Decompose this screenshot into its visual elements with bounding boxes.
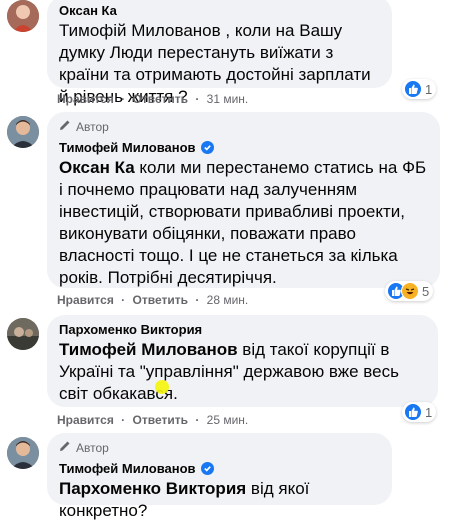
cursor-highlight <box>155 380 169 394</box>
mention-link[interactable]: Тимофей Милованов <box>59 340 238 359</box>
pencil-icon <box>59 119 71 134</box>
haha-reaction-icon <box>401 282 419 300</box>
author-name[interactable]: Тимофей Милованов <box>59 461 196 476</box>
reply-button[interactable]: Ответить <box>133 92 188 106</box>
avatar[interactable] <box>7 437 39 469</box>
mention-link[interactable]: Тимофій Милованов <box>59 21 221 40</box>
comment-text: Тимофей Милованов від такої корупції в У… <box>59 339 426 405</box>
verified-badge-icon <box>200 141 214 154</box>
like-button[interactable]: Нравится <box>57 92 114 106</box>
author-name[interactable]: Оксан Ка <box>59 3 117 18</box>
avatar[interactable] <box>7 0 39 32</box>
author-name[interactable]: Тимофей Милованов <box>59 140 196 155</box>
mention-link[interactable]: Пархоменко Виктория <box>59 479 246 498</box>
avatar[interactable] <box>7 318 39 350</box>
author-badge: Автор <box>59 440 380 455</box>
comment-actions: Нравится · Ответить · 28 мин. <box>57 293 248 307</box>
separator: · <box>195 413 200 427</box>
verified-badge-icon <box>200 462 214 475</box>
separator: · <box>121 92 126 106</box>
reaction-count: 1 <box>425 81 433 97</box>
separator: · <box>121 293 126 307</box>
comment-bubble: Автор Тимофей Милованов Пархоменко Викто… <box>47 433 392 520</box>
comment-bubble: Автор Тимофей Милованов Оксан Ка коли ми… <box>47 112 440 288</box>
comment-author[interactable]: Тимофей Милованов <box>59 140 428 155</box>
comment-author[interactable]: Тимофей Милованов <box>59 461 380 476</box>
comment-actions: Нравится · Ответить · 31 мин. <box>57 92 248 106</box>
reaction-count: 5 <box>422 283 430 299</box>
timestamp[interactable]: 28 мин. <box>207 293 249 307</box>
author-name[interactable]: Пархоменко Виктория <box>59 322 202 337</box>
comment-bubble: Пархоменко Виктория Тимофей Милованов ві… <box>47 315 438 407</box>
reply-button[interactable]: Ответить <box>133 413 188 427</box>
like-button[interactable]: Нравится <box>57 293 114 307</box>
comment-author[interactable]: Оксан Ка <box>59 3 380 18</box>
author-badge-label: Автор <box>76 119 109 134</box>
like-button[interactable]: Нравится <box>57 413 114 427</box>
reply-button[interactable]: Ответить <box>133 293 188 307</box>
like-reaction-icon <box>404 403 422 421</box>
comment-body: коли ми перестанемо статись на ФБ і почн… <box>59 158 427 287</box>
author-badge-label: Автор <box>76 440 109 455</box>
comment-text: Пархоменко Виктория від якої конкретно? <box>59 478 380 522</box>
reaction-count: 1 <box>425 404 433 420</box>
separator: · <box>121 413 126 427</box>
comment-author[interactable]: Пархоменко Виктория <box>59 322 426 337</box>
separator: · <box>195 92 200 106</box>
reaction-summary[interactable]: 1 <box>402 79 437 99</box>
reaction-summary[interactable]: 5 <box>385 281 434 301</box>
comment-bubble: Оксан Ка Тимофій Милованов , коли на Ваш… <box>47 0 392 106</box>
separator: · <box>195 293 200 307</box>
avatar[interactable] <box>7 116 39 148</box>
comment-actions: Нравится · Ответить · 25 мин. <box>57 413 248 427</box>
pencil-icon <box>59 440 71 455</box>
timestamp[interactable]: 25 мин. <box>207 413 249 427</box>
mention-link[interactable]: Оксан Ка <box>59 158 135 177</box>
reaction-summary[interactable]: 1 <box>402 402 437 422</box>
like-reaction-icon <box>404 80 422 98</box>
comment-text: Оксан Ка коли ми перестанемо статись на … <box>59 157 428 289</box>
timestamp[interactable]: 31 мин. <box>207 92 249 106</box>
author-badge: Автор <box>59 119 428 134</box>
